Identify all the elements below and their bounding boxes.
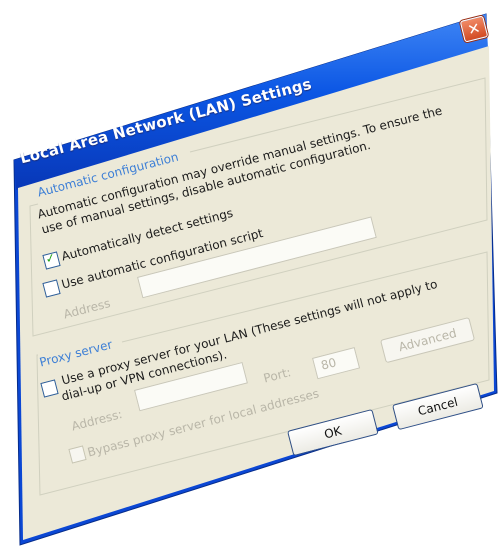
proxy-port-value: 80 (319, 355, 338, 373)
cancel-button-label: Cancel (416, 394, 460, 419)
screenshot-stage: Local Area Network (LAN) Settings ✕ Auto… (0, 0, 499, 547)
close-icon: ✕ (465, 18, 483, 39)
ok-button-label: OK (322, 423, 343, 442)
